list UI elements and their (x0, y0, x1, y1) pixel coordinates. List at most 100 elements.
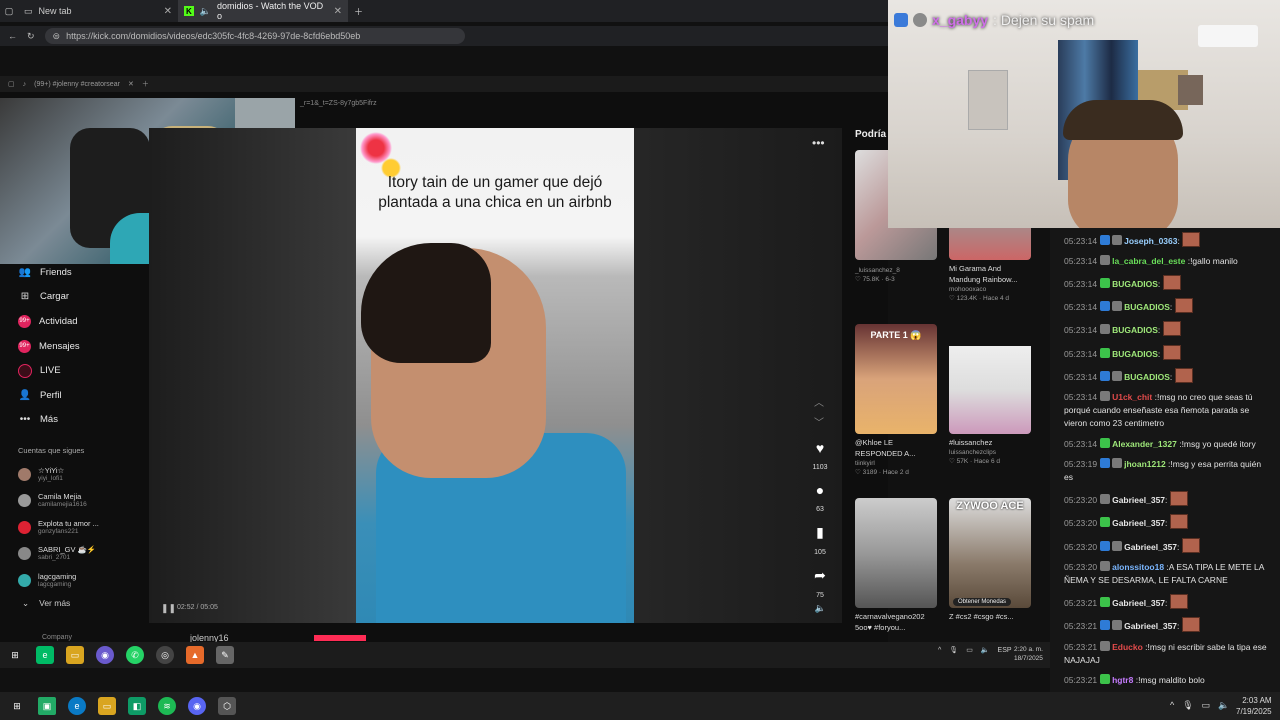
recommendation-card[interactable]: PARTE 1 😱 @Khloe LE RESPONDED A... tiink… (855, 324, 937, 478)
discord-icon[interactable]: ◉ (96, 646, 114, 664)
speaker-icon[interactable]: 🔈 (200, 6, 211, 17)
chat-username[interactable]: U1ck_chit (1112, 392, 1152, 402)
new-tab-button[interactable]: ＋ (142, 79, 149, 89)
sidebar-item-more[interactable]: ••• Más (0, 408, 148, 433)
sidebar-item-friends[interactable]: 👥 Friends (0, 260, 148, 285)
sidebar-item-upload[interactable]: ⊞ Cargar (0, 285, 148, 310)
edge-icon[interactable]: e (36, 646, 54, 664)
windows-start-icon[interactable]: ⊞ (8, 697, 26, 715)
sidebar-item-messages[interactable]: 99+ Mensajes (0, 334, 148, 359)
followed-account[interactable]: ☆YiYi☆ yiyi_lofi1 (0, 461, 148, 488)
chat-username[interactable]: Gabrieel_357 (1112, 495, 1165, 505)
network-icon[interactable]: ▭ (1202, 700, 1211, 711)
share-button[interactable]: ➦ 75 (806, 567, 834, 602)
chat-username[interactable]: Educko (1112, 642, 1143, 652)
chat-username[interactable]: jhoan1212 (1124, 459, 1166, 469)
volume-icon[interactable]: 🔈 (981, 646, 990, 654)
chat-username[interactable]: Gabrieel_357 (1112, 518, 1165, 528)
chat-message: 05:23:14 BUGADIOS: (1050, 271, 1280, 294)
sidebar-item-activity[interactable]: 99+ Actividad (0, 309, 148, 334)
app-icon[interactable]: ▣ (38, 697, 56, 715)
microphone-icon[interactable]: 🎙 (1182, 700, 1193, 711)
chat-username[interactable]: hgtr8 (1112, 675, 1133, 685)
previous-video-icon[interactable]: ︿ (814, 394, 824, 414)
chat-username[interactable]: BUGADIOS (1124, 302, 1170, 312)
chat-username[interactable]: Joseph_0363 (1124, 236, 1177, 246)
recommendation-thumbnail: PARTE 1 😱 (855, 324, 937, 434)
chat-badge-icon (1112, 234, 1123, 245)
follow-button[interactable] (314, 635, 366, 641)
network-icon[interactable]: ▭ (966, 646, 973, 654)
site-info-icon[interactable]: ⊜ (53, 31, 61, 42)
chat-username[interactable]: Alexander_1327 (1112, 439, 1177, 449)
back-icon[interactable]: ← (8, 31, 17, 41)
chat-username[interactable]: Gabrieel_357 (1124, 621, 1177, 631)
save-button[interactable]: ▮ 105 (806, 524, 834, 559)
company-link[interactable]: Company (42, 634, 72, 641)
sidebar-item-profile[interactable]: 👤 Perfil (0, 383, 148, 408)
windows-start-icon[interactable]: ⊞ (6, 646, 24, 664)
discord-icon[interactable]: ◉ (188, 697, 206, 715)
chat-username[interactable]: BUGADIOS (1124, 372, 1170, 382)
app-icon[interactable]: ◎ (156, 646, 174, 664)
chat-timestamp: 05:23:14 (1064, 325, 1098, 336)
microphone-icon[interactable]: 🎙 (949, 646, 958, 654)
chat-emote-icon (1181, 537, 1200, 553)
reload-icon[interactable]: ↻ (27, 31, 35, 42)
folder-icon[interactable]: ▭ (98, 697, 116, 715)
chat-badge-icon (1100, 234, 1111, 245)
chat-username[interactable]: Gabrieel_357 (1124, 542, 1177, 552)
comment-button[interactable]: ● 63 (806, 482, 834, 516)
app-icon[interactable]: ◧ (128, 697, 146, 715)
tab-kick-vod[interactable]: K 🔈 domidios - Watch the VOD o ✕ (178, 0, 348, 22)
address-bar[interactable]: ⊜ https://kick.com/domidios/videos/edc30… (44, 28, 465, 44)
inner-tab-label[interactable]: (99+) #jolenny #creatorsear (34, 81, 120, 88)
app-icon[interactable]: ⬡ (218, 697, 236, 715)
app-icon[interactable]: ▲ (186, 646, 204, 664)
edge-icon[interactable]: e (68, 697, 86, 715)
followed-account[interactable]: lagcgaming lagcgaming (0, 567, 148, 594)
inner-tab-actions-icon[interactable]: ▢ (8, 80, 15, 88)
chat-timestamp: 05:23:21 (1064, 598, 1098, 609)
inner-clock[interactable]: 2:20 a. m. 18/7/2025 (1014, 645, 1043, 663)
recommendation-card[interactable]: ZYWOO ACE Obtener Monedas Z #cs2 #csgo #… (949, 498, 1031, 622)
language-indicator[interactable]: ESP (998, 647, 1012, 654)
recommendation-card[interactable]: #luissanchez luissanchezclips ♡ 57K · Ha… (949, 324, 1031, 467)
folder-icon[interactable]: ▭ (66, 646, 84, 664)
followed-account[interactable]: SABRI_GV ☕⚡ sabri_2701 (0, 541, 148, 568)
close-tab-icon[interactable]: ✕ (128, 80, 134, 88)
chevron-up-icon[interactable]: ^ (1170, 700, 1174, 711)
sidebar-item-live[interactable]: LIVE (0, 358, 148, 383)
system-clock[interactable]: 2:03 AM 7/19/2025 (1236, 695, 1272, 717)
close-tab-icon[interactable]: ✕ (164, 6, 172, 17)
spotify-icon[interactable]: ≋ (158, 697, 176, 715)
pause-icon[interactable]: ❚❚ (161, 603, 176, 614)
new-tab-button[interactable]: ＋ (348, 0, 369, 22)
video-caption: Itory tain de un gamer que dejó plantada… (378, 174, 612, 211)
volume-icon[interactable]: 🔈 (1218, 700, 1229, 711)
chevron-up-icon[interactable]: ^ (938, 647, 941, 654)
chat-username[interactable]: BUGADIOS (1112, 325, 1158, 335)
system-tray: ^ 🎙 ▭ 🔈 (1170, 700, 1229, 711)
video-player[interactable]: Itory tain de un gamer que dejó plantada… (356, 128, 634, 623)
chat-emote-icon (1169, 594, 1188, 610)
see-more-button[interactable]: ⌄ Ver más (0, 598, 148, 609)
close-tab-icon[interactable]: ✕ (334, 6, 342, 17)
whatsapp-icon[interactable]: ✆ (126, 646, 144, 664)
followed-account[interactable]: Camila Mejia camilamejia1616 (0, 488, 148, 515)
next-video-icon[interactable]: ﹀ (814, 414, 824, 434)
chat-username[interactable]: BUGADIOS (1112, 279, 1158, 289)
chat-username[interactable]: la_cabra_del_este (1112, 256, 1185, 266)
tab-actions-icon[interactable]: ▢ (0, 0, 18, 22)
chat-username[interactable]: alonssitoo18 (1112, 562, 1164, 572)
tab-new-tab[interactable]: ▭ New tab ✕ (18, 0, 178, 22)
chat-username[interactable]: BUGADIOS (1112, 349, 1158, 359)
chat-text: :!gallo manilo (1185, 255, 1238, 266)
followed-account[interactable]: Explota tu amor ... gonzyfans221 (0, 514, 148, 541)
chat-username[interactable]: Gabrieel_357 (1112, 598, 1165, 608)
like-button[interactable]: ♥ 1103 (806, 440, 834, 474)
get-coins-button[interactable]: Obtener Monedas (953, 598, 1012, 606)
app-icon[interactable]: ✎ (216, 646, 234, 664)
recommendation-card[interactable]: #carnavalvegano202 5oo♥ #foryou... (855, 498, 937, 633)
more-options-icon[interactable]: ••• (812, 136, 825, 150)
